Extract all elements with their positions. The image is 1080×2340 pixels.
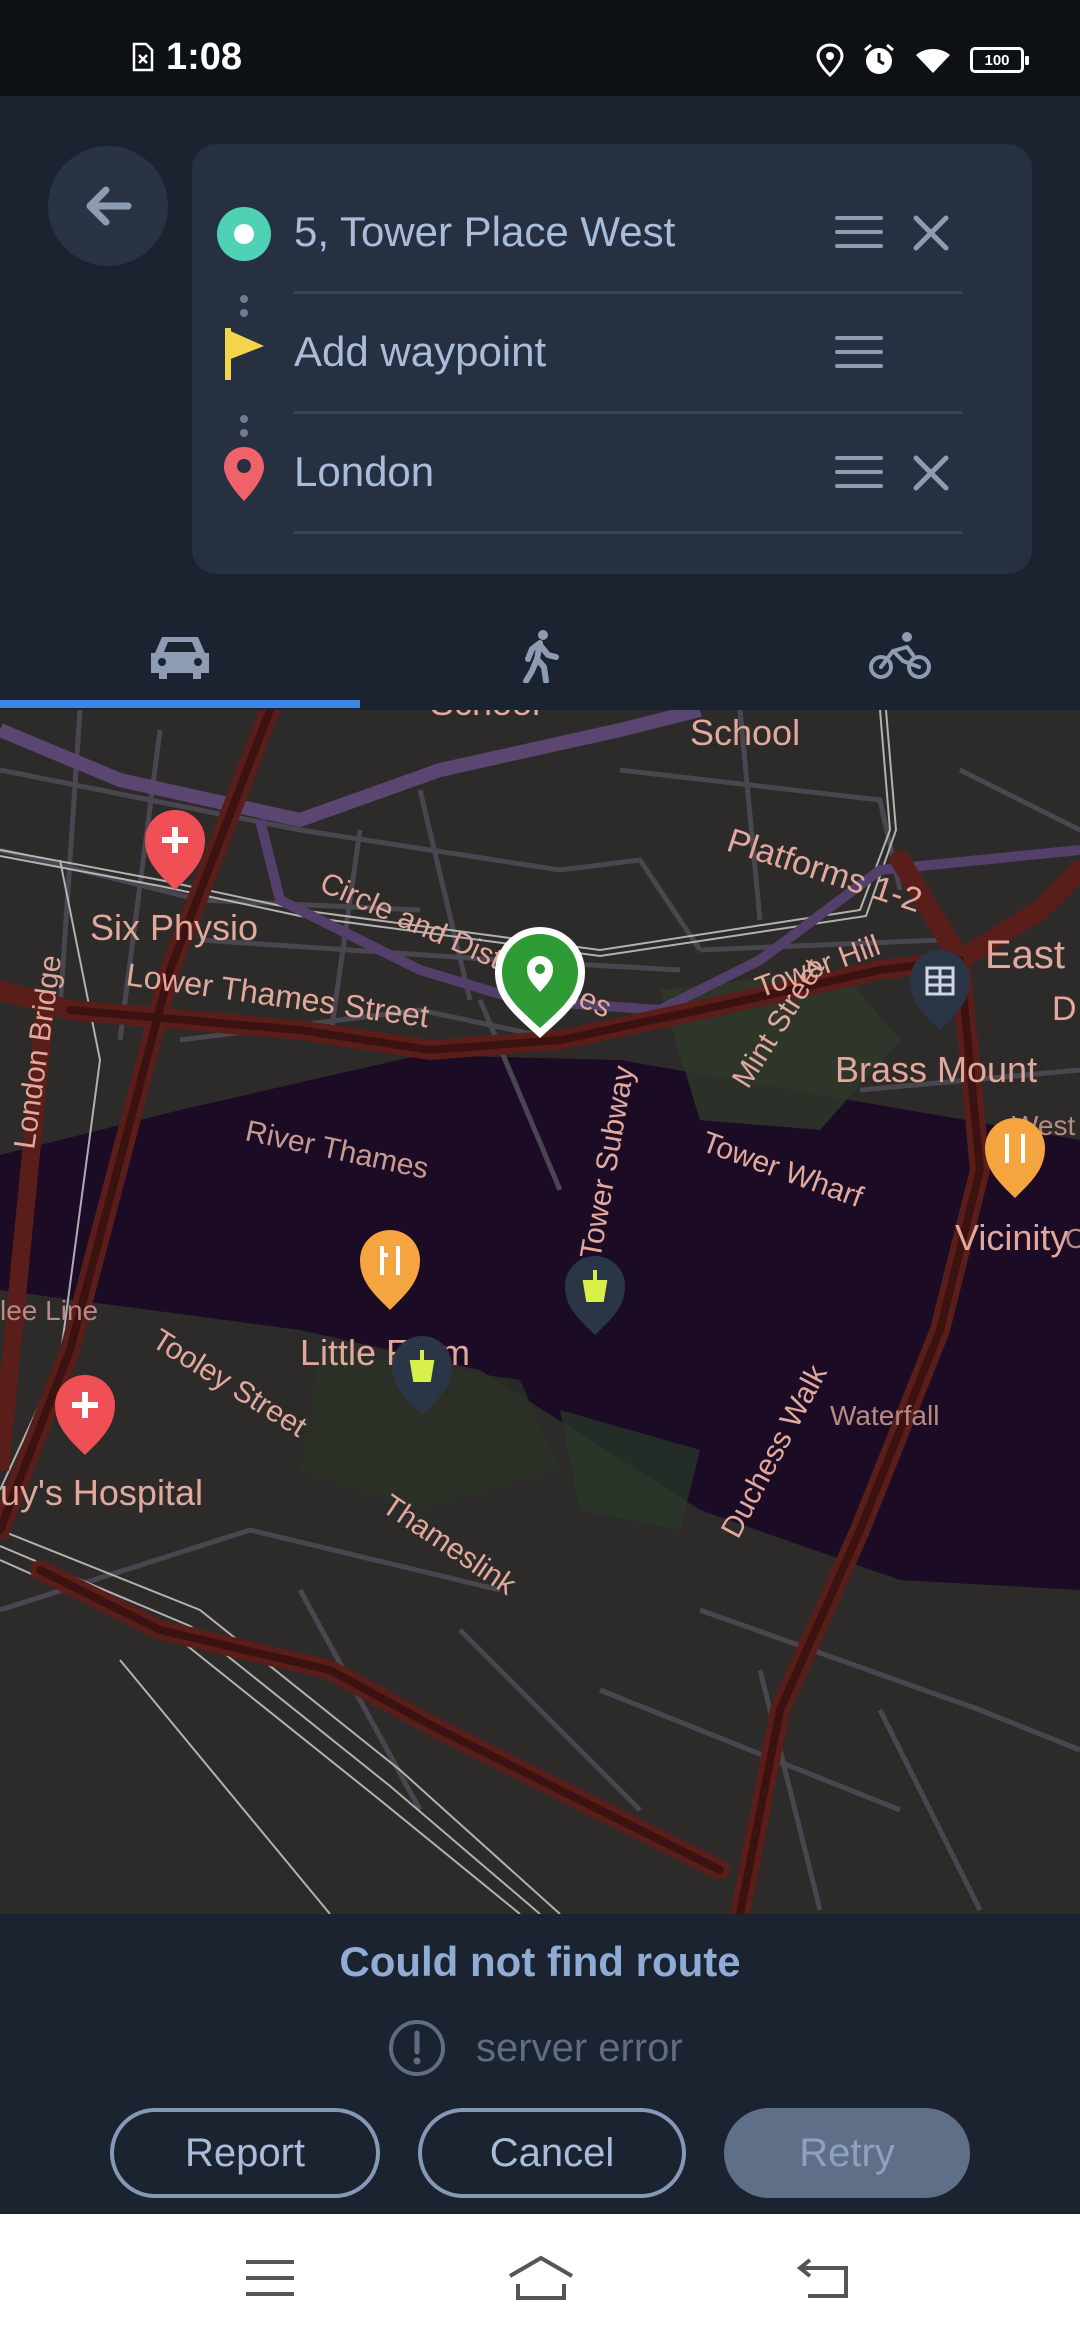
tab-walk[interactable]	[360, 606, 720, 706]
menu-icon[interactable]	[244, 2258, 296, 2298]
alarm-icon	[864, 43, 894, 74]
map-label: lee Line	[0, 1295, 98, 1326]
drag-handle-icon[interactable]	[835, 336, 883, 370]
walk-icon	[523, 630, 559, 683]
battery-icon: 100	[970, 47, 1029, 73]
map-canvas[interactable]: School School Platforms 1-2 Six Physio C…	[0, 710, 1080, 1914]
drag-handle-icon[interactable]	[835, 456, 883, 490]
destination-row[interactable]: London	[192, 414, 1032, 534]
bike-icon	[869, 632, 931, 679]
wifi-icon	[916, 49, 950, 73]
map-label: Waterfall	[830, 1400, 939, 1431]
map-label: East	[985, 933, 1065, 977]
battery-level: 100	[984, 51, 1010, 69]
back-button[interactable]	[48, 146, 168, 266]
arrow-left-icon	[86, 186, 132, 226]
error-title: Could not find route	[339, 1938, 741, 1985]
waypoint-field[interactable]: Add waypoint	[294, 328, 546, 376]
system-nav-bar	[0, 2214, 1080, 2340]
status-time: 1:08	[166, 36, 243, 78]
tab-indicator	[0, 700, 360, 708]
back-icon[interactable]	[796, 2254, 852, 2300]
drag-handle-icon[interactable]	[835, 216, 883, 250]
sim-error-icon	[132, 42, 154, 72]
map-view[interactable]: School School Platforms 1-2 Six Physio C…	[0, 710, 1080, 1914]
status-icons: 100	[816, 40, 1029, 80]
location-icon	[816, 43, 844, 77]
route-card: 5, Tower Place West Add waypoint London	[192, 144, 1032, 574]
map-label: Vicinity	[955, 1217, 1068, 1258]
home-icon[interactable]	[506, 2254, 576, 2302]
status-bar: 1:08 100	[0, 0, 1080, 96]
origin-marker-icon	[214, 204, 274, 264]
map-label: uy's Hospital	[0, 1472, 203, 1513]
map-label: School	[690, 712, 800, 753]
error-message: server error	[476, 2025, 683, 2070]
clear-origin-button[interactable]	[906, 208, 956, 258]
map-label: School	[430, 710, 540, 723]
map-label: Brass Mount	[835, 1049, 1037, 1090]
report-button[interactable]: Report	[110, 2108, 380, 2198]
error-icon	[389, 2020, 445, 2076]
origin-row[interactable]: 5, Tower Place West	[192, 174, 1032, 294]
map-label: D	[1052, 990, 1077, 1028]
waypoint-row[interactable]: Add waypoint	[192, 294, 1032, 414]
flag-icon	[214, 324, 274, 384]
map-label: Six Physio	[90, 907, 258, 948]
clear-destination-button[interactable]	[906, 448, 956, 498]
retry-button[interactable]: Retry	[724, 2108, 970, 2198]
cancel-button[interactable]: Cancel	[418, 2108, 686, 2198]
destination-pin-icon	[214, 444, 274, 504]
tab-car[interactable]	[0, 606, 360, 706]
destination-field[interactable]: London	[294, 448, 434, 496]
error-row: server error	[388, 2018, 683, 2078]
origin-field[interactable]: 5, Tower Place West	[294, 208, 675, 256]
car-icon	[151, 637, 209, 679]
divider	[294, 531, 962, 534]
tab-bike[interactable]	[720, 606, 1080, 706]
